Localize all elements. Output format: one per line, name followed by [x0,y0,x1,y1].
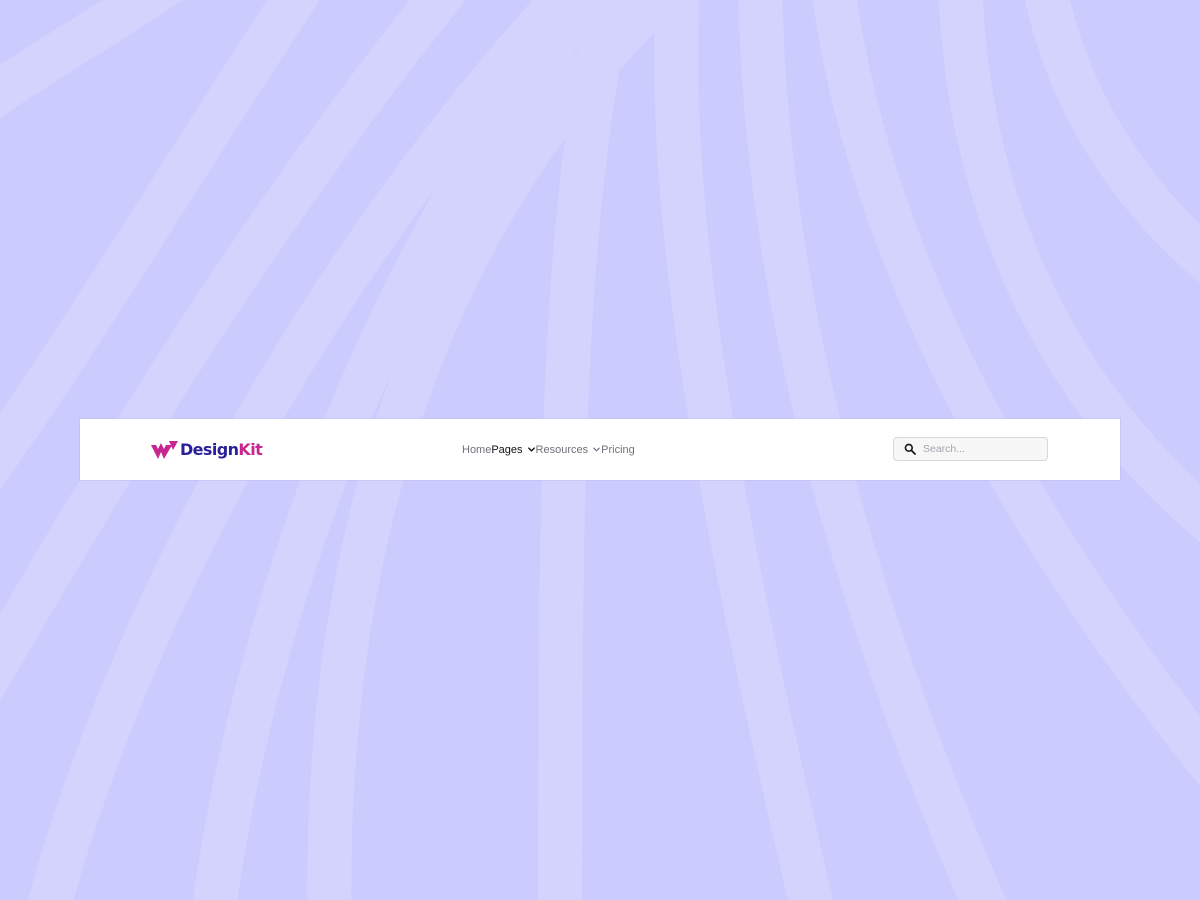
search-box[interactable] [893,437,1048,461]
chevron-down-icon [593,447,600,452]
nav-item-pricing[interactable]: Pricing [601,444,635,456]
brand-name-part-2: Kit [238,439,263,459]
brand-logo-link[interactable]: DesignKit [151,419,263,480]
main-nav-links: Home Pages Resources Pricing [462,419,635,480]
search-input[interactable] [923,443,1043,455]
chevron-down-icon [527,447,535,452]
designkit-logo-mark-icon [151,440,178,459]
nav-item-home[interactable]: Home [462,444,491,456]
search-icon [904,443,916,455]
nav-item-label: Resources [535,443,589,456]
brand-name-part-1: Design [180,439,239,459]
nav-item-label: Pricing [601,443,635,456]
nav-item-label: Home [462,443,492,456]
top-navigation-bar: DesignKit Home Pages Resources Pricing S… [80,419,1120,480]
nav-item-resources[interactable]: Resources [536,444,602,456]
nav-item-label: Pages [491,443,523,456]
nav-item-pages[interactable]: Pages [491,444,535,456]
background-stripe [1024,0,1200,283]
background-stripe [0,0,183,119]
brand-name: DesignKit [180,439,263,459]
